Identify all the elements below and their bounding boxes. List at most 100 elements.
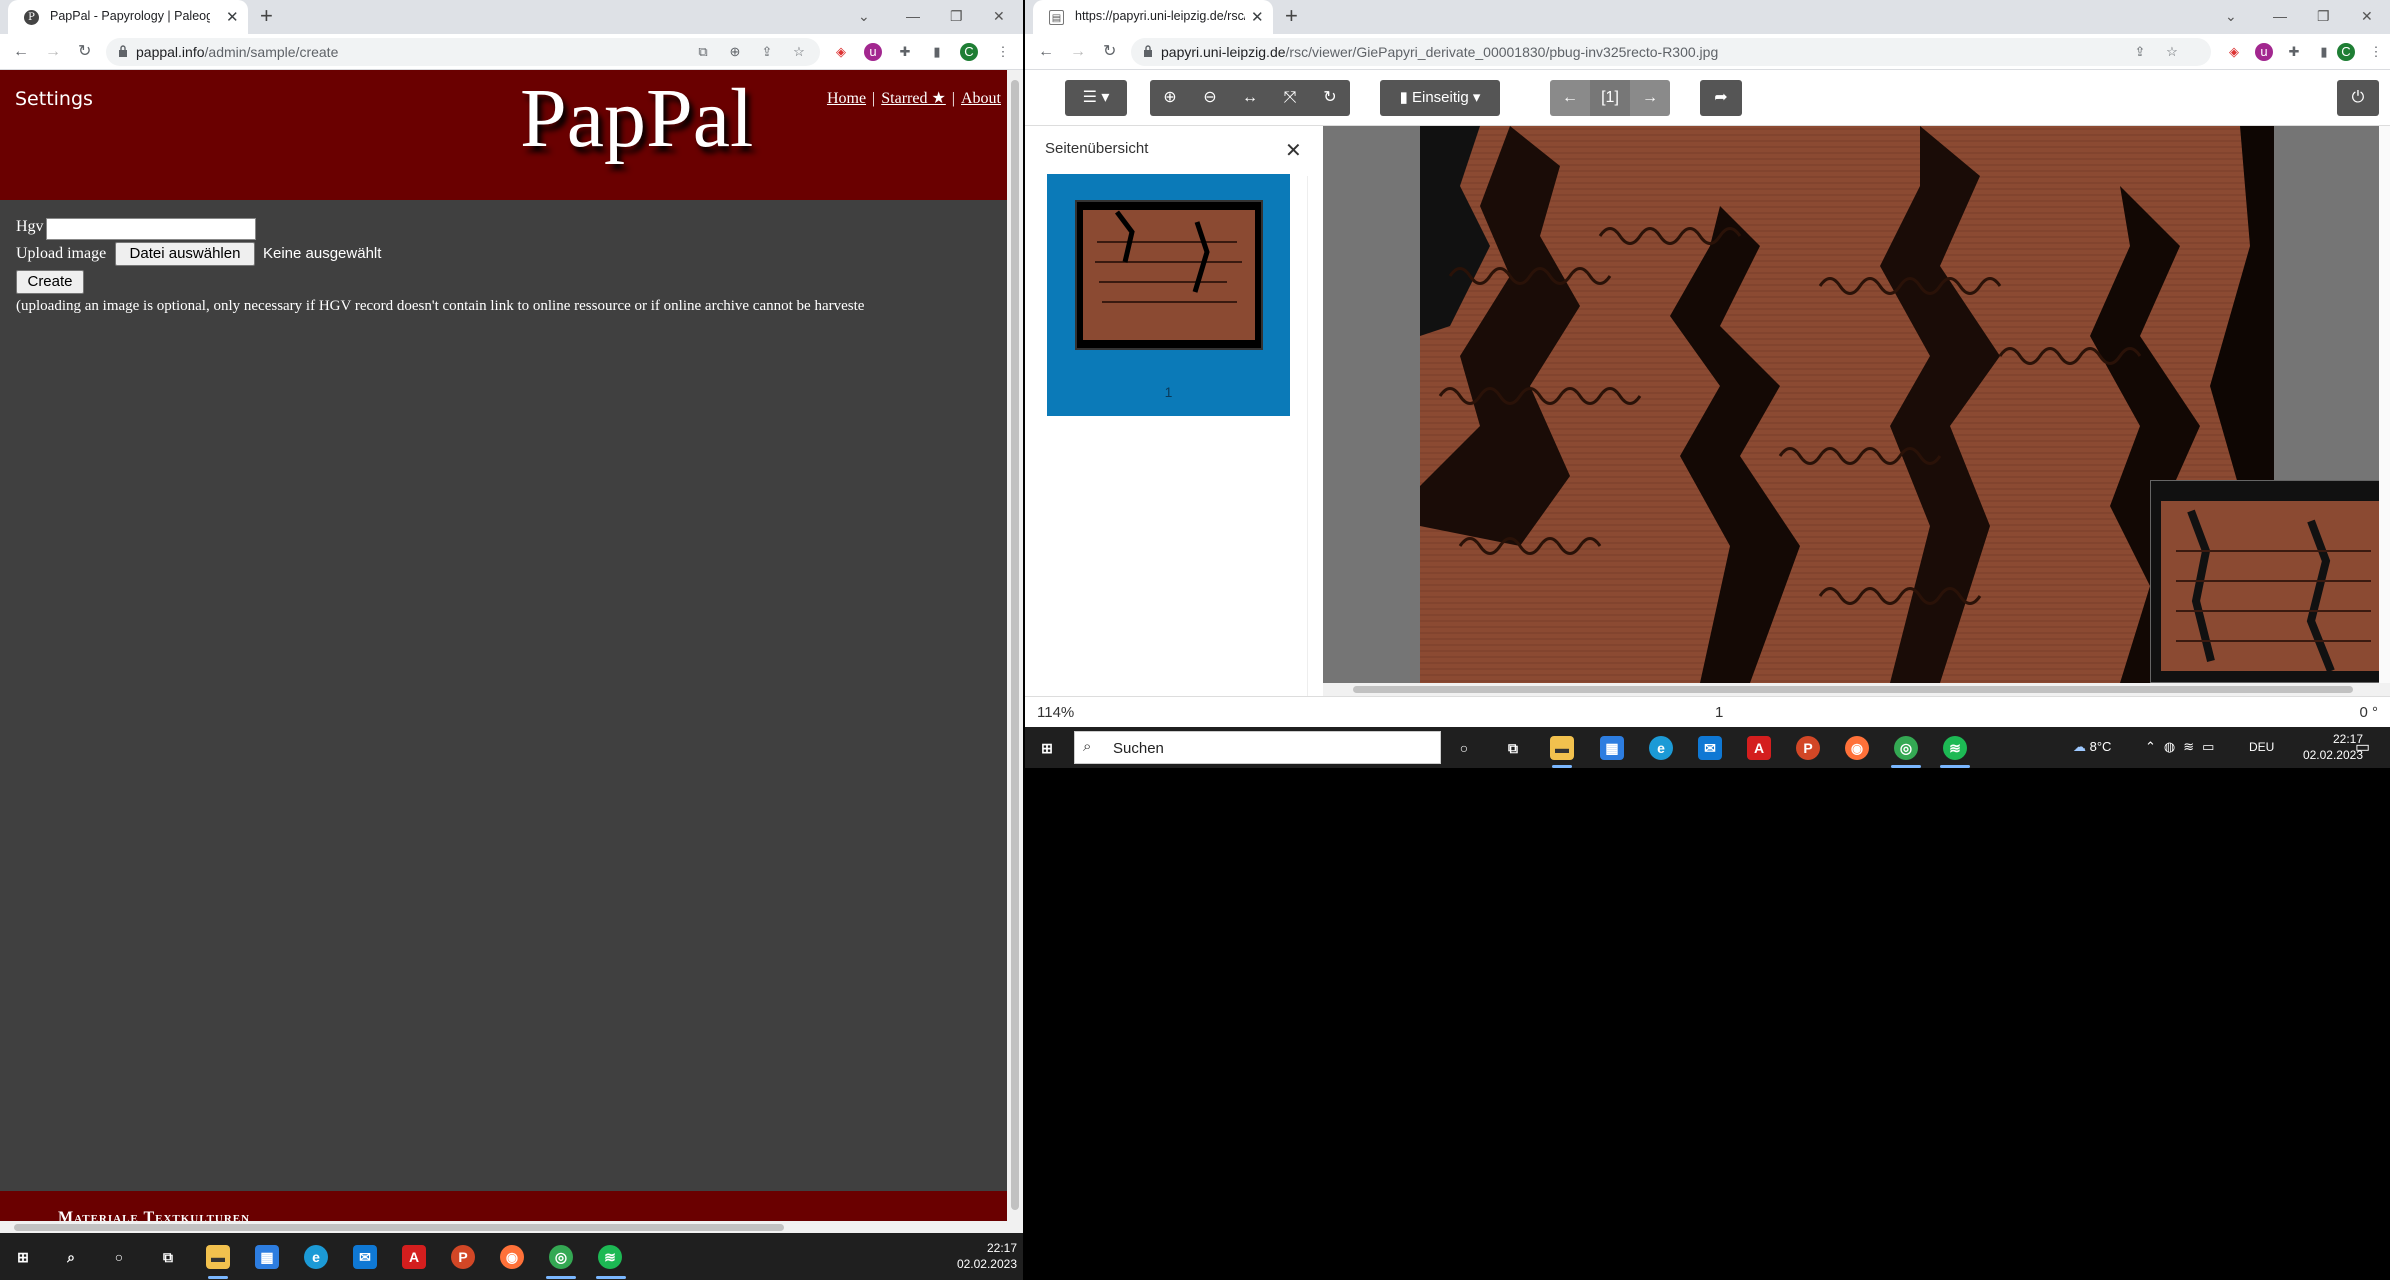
language-indicator[interactable]: DEU: [2249, 740, 2274, 754]
side-panel-icon-right[interactable]: ▮: [2315, 43, 2333, 61]
horizontal-scroll-thumb[interactable]: [14, 1224, 784, 1231]
taskbar-search-box[interactable]: ⌕ Suchen: [1074, 731, 1441, 764]
file-explorer-icon[interactable]: ▬: [206, 1245, 230, 1269]
create-button[interactable]: Create: [16, 270, 84, 294]
notification-icon[interactable]: ▭: [2355, 737, 2370, 757]
navigator-overview[interactable]: [2150, 480, 2390, 683]
restore-icon[interactable]: ❐: [950, 8, 963, 25]
nav-starred-link[interactable]: Starred ★: [881, 90, 946, 107]
new-tab-icon-right[interactable]: +: [1285, 5, 1298, 27]
left-clock[interactable]: 22:17 02.02.2023: [955, 1240, 1017, 1272]
zoom-out-icon[interactable]: ⊖: [1190, 80, 1230, 116]
menu-kebab-icon-right[interactable]: ⋮: [2367, 43, 2385, 61]
address-bar[interactable]: pappal.info/admin/sample/create ⧉ ⊕ ⇪ ☆: [106, 38, 820, 66]
extensions-puzzle-icon[interactable]: ✚: [896, 43, 914, 61]
search-icon[interactable]: ⌕: [59, 1245, 83, 1269]
reload-icon[interactable]: ↻: [78, 43, 91, 61]
fit-screen-icon[interactable]: ⤧: [1270, 80, 1310, 116]
close-tab-icon[interactable]: ✕: [226, 8, 239, 26]
cortana-icon[interactable]: ○: [107, 1245, 131, 1269]
forward-icon[interactable]: →: [45, 43, 61, 61]
file-explorer-icon-main[interactable]: ▬: [1550, 736, 1574, 760]
weather-widget[interactable]: ☁ 8°C: [2073, 739, 2111, 755]
next-page-icon[interactable]: →: [1630, 80, 1670, 116]
back-icon[interactable]: ←: [13, 43, 29, 61]
chrome-icon-main[interactable]: ◎: [1894, 736, 1918, 760]
powerpoint-icon[interactable]: P: [451, 1245, 475, 1269]
choose-file-button[interactable]: Datei auswählen: [115, 242, 255, 266]
share-viewer-button[interactable]: ➦: [1700, 80, 1742, 116]
viewer-menu-button[interactable]: ☰ ▾: [1065, 80, 1127, 116]
firefox-icon[interactable]: ◉: [500, 1245, 524, 1269]
mail-icon[interactable]: ✉: [353, 1245, 377, 1269]
windows-start-icon-main[interactable]: ⊞: [1035, 736, 1059, 760]
store-icon[interactable]: ▦: [255, 1245, 279, 1269]
close-window-icon-right[interactable]: ✕: [2361, 8, 2373, 25]
cortana-icon-main[interactable]: ○: [1452, 736, 1476, 760]
hgv-input[interactable]: [46, 218, 256, 240]
sidebar-scrollbar[interactable]: [1307, 176, 1323, 696]
reload-icon-right[interactable]: ↻: [1103, 43, 1116, 61]
bookmark-star-icon-right[interactable]: ☆: [2163, 43, 2181, 61]
minimize-icon-right[interactable]: —: [2273, 8, 2287, 24]
extension-purple-icon-right[interactable]: u: [2255, 43, 2273, 61]
spotify-icon[interactable]: ≋: [598, 1245, 622, 1269]
power-button[interactable]: ⏻: [2337, 80, 2379, 116]
share-icon-right[interactable]: ⇪: [2131, 43, 2149, 61]
vertical-scroll-thumb[interactable]: [1011, 80, 1019, 1210]
site-logo[interactable]: PapPal: [520, 70, 753, 167]
nav-home-link[interactable]: Home: [827, 90, 866, 107]
mail-icon-main[interactable]: ✉: [1698, 736, 1722, 760]
rotate-icon[interactable]: ↻: [1310, 80, 1350, 116]
tab-search-icon[interactable]: ⌄: [858, 8, 870, 25]
single-page-dropdown[interactable]: ▮ Einseitig ▾: [1380, 80, 1500, 116]
forward-icon-right[interactable]: →: [1070, 43, 1086, 61]
windows-start-icon[interactable]: ⊞: [11, 1245, 35, 1269]
canvas-horizontal-thumb[interactable]: [1353, 686, 2353, 693]
spotify-icon-main[interactable]: ≋: [1943, 736, 1967, 760]
edge-icon-main[interactable]: e: [1649, 736, 1673, 760]
settings-link[interactable]: Settings: [15, 88, 93, 110]
back-icon-right[interactable]: ←: [1038, 43, 1054, 61]
menu-kebab-icon[interactable]: ⋮: [994, 43, 1012, 61]
task-view-icon[interactable]: ⧉: [156, 1245, 180, 1269]
acrobat-icon-main[interactable]: A: [1747, 736, 1771, 760]
profile-avatar[interactable]: C: [960, 43, 978, 61]
address-bar-right[interactable]: papyri.uni-leipzig.de/rsc/viewer/GiePapy…: [1131, 38, 2211, 66]
vertical-scrollbar[interactable]: [1007, 70, 1023, 1233]
minimize-icon[interactable]: —: [906, 8, 920, 24]
prev-page-icon[interactable]: ←: [1550, 80, 1590, 116]
powerpoint-icon-main[interactable]: P: [1796, 736, 1820, 760]
system-tray-icons[interactable]: ⌃◍≋▭: [2145, 739, 2222, 755]
zoom-icon[interactable]: ⊕: [726, 43, 744, 61]
extensions-puzzle-icon-right[interactable]: ✚: [2285, 43, 2303, 61]
canvas-horizontal-scrollbar[interactable]: [1323, 683, 2390, 696]
store-icon-main[interactable]: ▦: [1600, 736, 1624, 760]
close-window-icon[interactable]: ✕: [993, 8, 1005, 25]
firefox-icon-main[interactable]: ◉: [1845, 736, 1869, 760]
task-view-icon-main[interactable]: ⧉: [1501, 736, 1525, 760]
extension-purple-icon[interactable]: u: [864, 43, 882, 61]
tab-search-icon-right[interactable]: ⌄: [2225, 8, 2237, 25]
edge-icon[interactable]: e: [304, 1245, 328, 1269]
tab-papyri-viewer[interactable]: ▤ https://papyri.uni-leipzig.de/rsc/ ✕: [1033, 0, 1273, 34]
share-icon[interactable]: ⇪: [758, 43, 776, 61]
restore-icon-right[interactable]: ❐: [2317, 8, 2330, 25]
zoom-in-icon[interactable]: ⊕: [1150, 80, 1190, 116]
page-thumbnail-card[interactable]: 1: [1047, 174, 1290, 416]
translate-icon[interactable]: ⧉: [694, 43, 712, 61]
main-clock[interactable]: 22:17 02.02.2023: [2291, 731, 2363, 763]
page-indicator[interactable]: [1]: [1590, 80, 1630, 116]
side-panel-icon[interactable]: ▮: [928, 43, 946, 61]
acrobat-icon[interactable]: A: [402, 1245, 426, 1269]
profile-avatar-right[interactable]: C: [2337, 43, 2355, 61]
bookmark-star-icon[interactable]: ☆: [790, 43, 808, 61]
close-sidebar-icon[interactable]: ✕: [1285, 138, 1302, 163]
tab-pappal[interactable]: P PapPal - Papyrology | Paleograph ✕: [8, 0, 248, 34]
image-canvas[interactable]: [1323, 126, 2390, 683]
canvas-vertical-scrollbar[interactable]: [2379, 126, 2390, 683]
nav-about-link[interactable]: About: [961, 90, 1001, 107]
horizontal-scrollbar[interactable]: [0, 1221, 1007, 1233]
new-tab-icon[interactable]: +: [260, 5, 273, 27]
extension-red-icon[interactable]: ◈: [832, 43, 850, 61]
